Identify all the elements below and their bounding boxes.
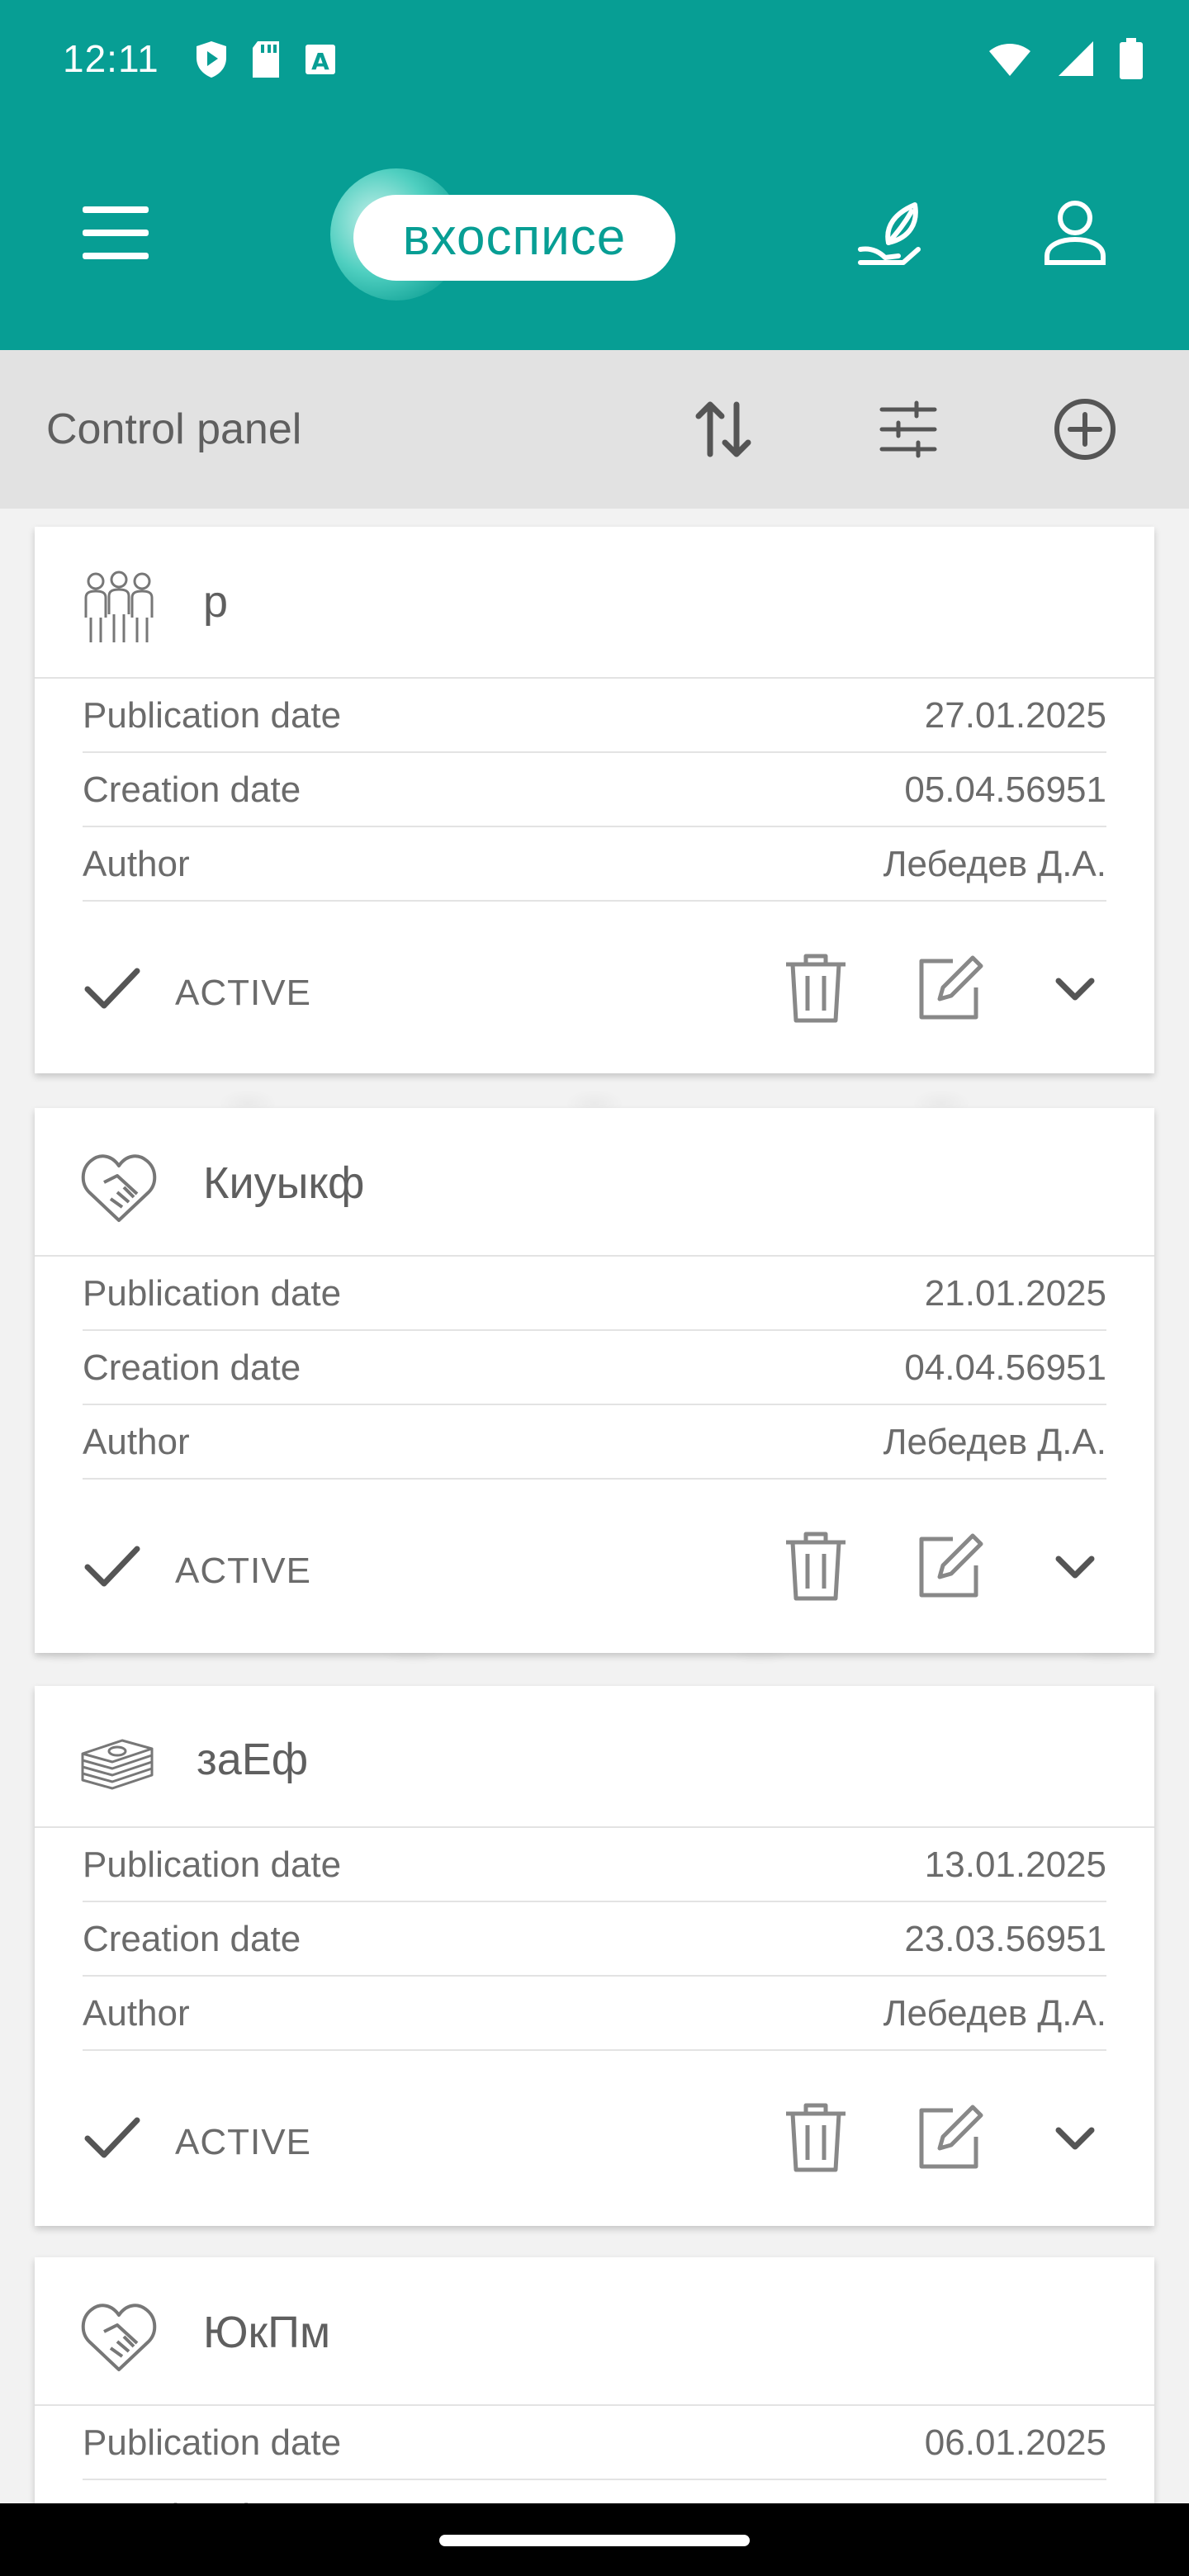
hamburger-menu-icon[interactable] (79, 203, 152, 263)
system-nav-bar (0, 2503, 1189, 2576)
card-header[interactable]: ЮкПм (35, 2257, 1154, 2406)
publication-date-label: Publication date (83, 1273, 342, 1314)
family-icon (79, 568, 159, 647)
filter-sliders-icon[interactable] (875, 396, 941, 462)
publication-date-label: Publication date (83, 2422, 342, 2463)
trash-icon[interactable] (781, 1529, 850, 1603)
card-actions: ACTIVE (35, 2051, 1154, 2221)
creation-date-row: Creation date 04.04.56951 (83, 1331, 1106, 1405)
creation-date-row: Creation date (83, 2480, 1106, 2503)
creation-date-value: 05.04.56951 (904, 769, 1106, 810)
announcement-feed[interactable]: р Publication date 27.01.2025 Creation d… (0, 509, 1189, 2503)
checkmark-icon (83, 1542, 142, 1592)
control-panel-toolbar: Control panel (0, 350, 1189, 509)
creation-date-label: Creation date (83, 2497, 301, 2503)
creation-date-label: Creation date (83, 1347, 301, 1388)
status-badge: ACTIVE (175, 2122, 311, 2162)
sort-icon[interactable] (690, 396, 756, 462)
creation-date-value: 04.04.56951 (904, 1347, 1106, 1388)
publication-date-row: Publication date 13.01.2025 (83, 1828, 1106, 1902)
publication-date-row: Publication date 27.01.2025 (83, 679, 1106, 753)
creation-date-label: Creation date (83, 769, 301, 810)
list-item: р Publication date 27.01.2025 Creation d… (35, 527, 1154, 1073)
font-a-icon: A (304, 40, 337, 79)
checkmark-icon (83, 964, 142, 1014)
publication-date-row: Publication date 06.01.2025 (83, 2406, 1106, 2480)
handshake-heart-icon (79, 2299, 159, 2378)
sd-card-icon (249, 40, 282, 79)
leaf-hand-icon[interactable] (855, 198, 925, 268)
app-logo[interactable]: вхосписе (330, 168, 677, 301)
creation-date-value: 23.03.56951 (904, 1919, 1106, 1959)
card-title: ЮкПм (203, 2308, 331, 2357)
publication-date-value: 06.01.2025 (924, 2422, 1106, 2463)
chevron-down-icon[interactable] (1052, 973, 1098, 1006)
author-label: Author (83, 844, 190, 884)
creation-date-row: Creation date 23.03.56951 (83, 1902, 1106, 1977)
author-value: Лебедев Д.А. (883, 844, 1106, 884)
status-badge: ACTIVE (175, 973, 311, 1013)
trash-icon[interactable] (781, 2100, 850, 2175)
home-gesture-handle[interactable] (439, 2535, 750, 2546)
checkmark-icon (83, 2114, 142, 2163)
author-label: Author (83, 1993, 190, 2034)
page-title: Control panel (46, 405, 302, 453)
chevron-down-icon[interactable] (1052, 2122, 1098, 2155)
publication-date-value: 27.01.2025 (924, 695, 1106, 736)
creation-date-label: Creation date (83, 1919, 301, 1959)
author-row: Author Лебедев Д.А. (83, 1977, 1106, 2051)
edit-icon[interactable] (913, 2102, 986, 2175)
author-value: Лебедев Д.А. (883, 1422, 1106, 1462)
list-item: заЕф Publication date 13.01.2025 Creatio… (35, 1686, 1154, 2226)
shield-play-icon (195, 40, 228, 79)
author-label: Author (83, 1422, 190, 1462)
publication-date-row: Publication date 21.01.2025 (83, 1257, 1106, 1331)
card-header[interactable]: р (35, 527, 1154, 679)
author-row: Author Лебедев Д.А. (83, 827, 1106, 902)
author-value: Лебедев Д.А. (883, 1993, 1106, 2034)
svg-text:A: A (311, 48, 329, 75)
signal-icon (1057, 40, 1095, 78)
publication-date-label: Publication date (83, 695, 342, 736)
author-row: Author Лебедев Д.А. (83, 1405, 1106, 1480)
card-actions: ACTIVE (35, 1480, 1154, 1650)
app-bar: вхосписе (0, 119, 1189, 350)
wifi-icon (988, 40, 1032, 78)
publication-date-value: 21.01.2025 (924, 1273, 1106, 1314)
card-header[interactable]: заЕф (35, 1686, 1154, 1828)
status-badge: ACTIVE (175, 1551, 311, 1591)
trash-icon[interactable] (781, 951, 850, 1025)
battery-icon (1120, 38, 1143, 79)
card-title: заЕф (197, 1735, 309, 1784)
list-item: ЮкПм Publication date 06.01.2025 Creatio… (35, 2257, 1154, 2503)
status-bar: 12:11 A (0, 0, 1189, 119)
status-time: 12:11 (63, 37, 159, 80)
creation-date-row: Creation date 05.04.56951 (83, 753, 1106, 827)
card-actions: ACTIVE (35, 902, 1154, 1072)
edit-icon[interactable] (913, 953, 986, 1025)
profile-icon[interactable] (1040, 198, 1110, 268)
chevron-down-icon[interactable] (1052, 1551, 1098, 1584)
list-item: Киуыкф Publication date 21.01.2025 Creat… (35, 1108, 1154, 1653)
card-title: р (203, 577, 229, 627)
publication-date-label: Publication date (83, 1844, 342, 1885)
logo-text: вхосписе (353, 195, 675, 281)
add-circle-icon[interactable] (1052, 396, 1118, 462)
card-title: Киуыкф (203, 1158, 365, 1208)
card-header[interactable]: Киуыкф (35, 1108, 1154, 1257)
handshake-heart-icon (79, 1149, 159, 1229)
money-stack-icon (79, 1721, 159, 1800)
edit-icon[interactable] (913, 1531, 986, 1603)
publication-date-value: 13.01.2025 (924, 1844, 1106, 1885)
